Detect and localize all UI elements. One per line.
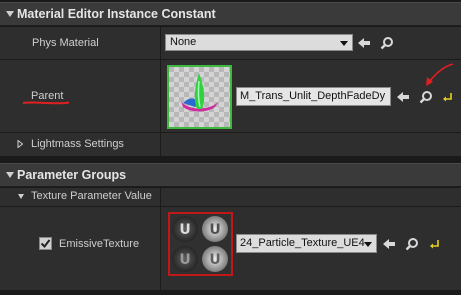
annotation-arrow (426, 63, 454, 86)
chevron-down-icon (340, 41, 348, 46)
section-title: Parameter Groups (17, 168, 127, 182)
svg-text:U: U (179, 222, 190, 238)
parent-asset-name[interactable]: M_Trans_Unlit_DepthFadeDy (236, 87, 391, 106)
chevron-down-icon (364, 242, 372, 247)
lightmass-settings-label: Lightmass Settings (31, 138, 124, 150)
section-header-parameter-groups[interactable]: Parameter Groups (0, 163, 461, 187)
use-selected-arrow-icon[interactable] (357, 36, 371, 50)
parent-material-thumbnail[interactable] (167, 65, 232, 129)
section-header-material-editor[interactable]: Material Editor Instance Constant (0, 2, 461, 26)
browse-magnifier-icon[interactable] (405, 237, 419, 251)
annotation-underline (22, 101, 70, 105)
texture-preview-image: U U U U (170, 214, 231, 274)
texture-parameter-group-label: Texture Parameter Value (31, 190, 152, 202)
svg-text:U: U (209, 252, 220, 268)
emissive-texture-label: EmissiveTexture (59, 238, 140, 250)
reset-to-default-icon[interactable] (442, 92, 453, 102)
use-selected-arrow-icon[interactable] (382, 237, 396, 251)
collapse-arrow-icon[interactable] (6, 11, 14, 17)
emissive-texture-value: 24_Particle_Texture_UE4 (240, 237, 365, 249)
browse-magnifier-icon[interactable] (419, 90, 433, 104)
expand-arrow-icon[interactable] (17, 140, 23, 148)
material-preview-image (169, 67, 230, 127)
emissive-texture-thumbnail[interactable]: U U U U (168, 212, 233, 276)
phys-material-value: None (170, 36, 197, 48)
emissive-texture-dropdown[interactable]: 24_Particle_Texture_UE4 (236, 234, 377, 253)
section-title: Material Editor Instance Constant (17, 7, 216, 21)
svg-text:U: U (209, 222, 220, 238)
svg-text:U: U (179, 252, 190, 268)
use-selected-arrow-icon[interactable] (396, 90, 410, 104)
browse-magnifier-icon[interactable] (380, 36, 394, 50)
emissive-checkbox[interactable] (39, 237, 52, 250)
phys-material-label: Phys Material (32, 37, 99, 49)
collapse-arrow-icon[interactable] (6, 172, 14, 178)
collapse-arrow-icon[interactable] (18, 194, 24, 199)
reset-to-default-icon[interactable] (429, 239, 440, 249)
phys-material-dropdown[interactable]: None (165, 34, 353, 51)
checkbox-check-icon (40, 239, 51, 249)
